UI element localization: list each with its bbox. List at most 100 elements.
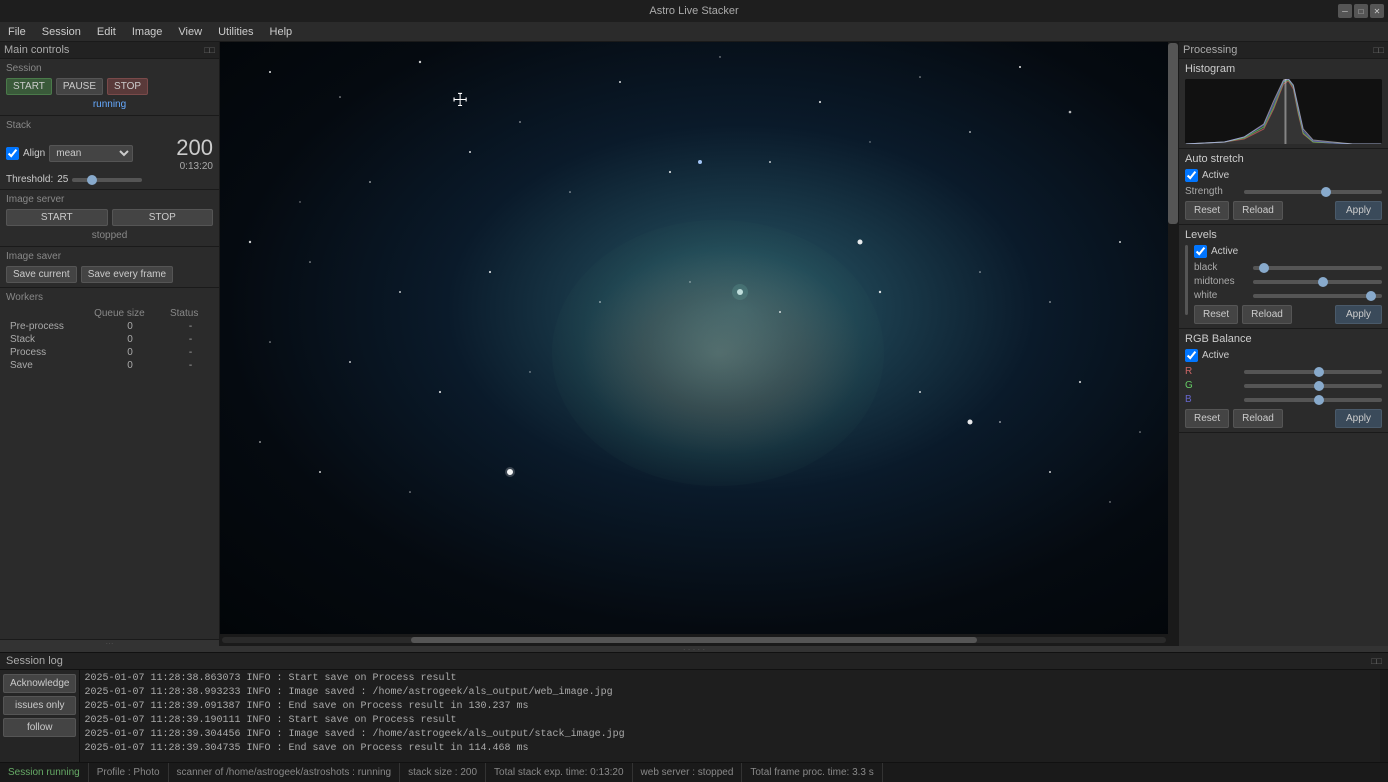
session-log-collapse[interactable]: □□	[1371, 656, 1382, 666]
g-slider[interactable]	[1244, 384, 1382, 388]
save-every-frame-button[interactable]: Save every frame	[81, 266, 173, 283]
image-horizontal-scrollbar[interactable]	[220, 634, 1168, 646]
workers-col-status: Status	[168, 307, 213, 320]
threshold-slider[interactable]	[72, 178, 142, 182]
strength-slider[interactable]	[1244, 190, 1382, 194]
center-image-area: ☩	[220, 42, 1168, 646]
right-panel: Processing □□ Histogram	[1178, 42, 1388, 646]
list-item: 2025-01-07 11:28:39.190111 INFO : Start …	[84, 714, 1376, 728]
black-slider[interactable]	[1253, 266, 1382, 270]
save-current-button[interactable]: Save current	[6, 266, 77, 283]
white-slider[interactable]	[1253, 294, 1382, 298]
worker-stack-status: -	[168, 333, 213, 346]
stack-time: 0:13:20	[176, 161, 213, 172]
table-row: Pre-process 0 -	[6, 320, 213, 333]
stack-section: Stack Align mean median kappa-sigma 200 …	[0, 116, 219, 190]
histogram-title: Histogram	[1185, 63, 1382, 75]
astro-image[interactable]: ☩	[220, 42, 1168, 634]
rgb-balance-title: RGB Balance	[1185, 333, 1382, 345]
scrollbar-thumb[interactable]	[411, 637, 977, 643]
stack-count: 200	[176, 135, 213, 161]
log-buttons-panel: Acknowledge issues only follow	[0, 670, 80, 762]
menu-utilities[interactable]: Utilities	[210, 24, 261, 40]
list-item: 2025-01-07 11:28:38.863073 INFO : Start …	[84, 672, 1376, 686]
black-label: black	[1194, 262, 1249, 273]
rgb-balance-active-label: Active	[1202, 350, 1229, 361]
status-frame-proc: Total frame proc. time: 3.3 s	[742, 763, 882, 782]
b-slider[interactable]	[1244, 398, 1382, 402]
vert-scrollbar-thumb[interactable]	[1168, 43, 1178, 224]
table-row: Process 0 -	[6, 346, 213, 359]
menubar: File Session Edit Image View Utilities H…	[0, 22, 1388, 42]
auto-stretch-active-checkbox[interactable]	[1185, 169, 1198, 182]
histogram-container	[1185, 79, 1382, 144]
levels-reset-button[interactable]: Reset	[1194, 305, 1238, 324]
align-label: Align	[23, 148, 45, 159]
image-server-stop-button[interactable]: STOP	[112, 209, 214, 226]
session-section: Session START PAUSE STOP running	[0, 59, 219, 116]
image-server-start-button[interactable]: START	[6, 209, 108, 226]
auto-stretch-section: Auto stretch Active Strength Reset Reloa…	[1179, 149, 1388, 225]
session-stop-button[interactable]: STOP	[107, 78, 148, 95]
table-row: Stack 0 -	[6, 333, 213, 346]
menu-image[interactable]: Image	[124, 24, 171, 40]
status-stack-size: stack size : 200	[400, 763, 486, 782]
auto-stretch-apply-button[interactable]: Apply	[1335, 201, 1382, 220]
maximize-button[interactable]: □	[1354, 4, 1368, 18]
image-saver-section: Image saver Save current Save every fram…	[0, 247, 219, 288]
menu-help[interactable]: Help	[262, 24, 301, 40]
worker-stack-queue: 0	[92, 333, 168, 346]
workers-col-name	[6, 307, 92, 320]
menu-file[interactable]: File	[0, 24, 34, 40]
processing-title: Processing	[1183, 44, 1237, 56]
levels-active-checkbox[interactable]	[1194, 245, 1207, 258]
image-canvas: ☩	[220, 42, 1168, 634]
r-slider[interactable]	[1244, 370, 1382, 374]
align-checkbox[interactable]	[6, 147, 19, 160]
menu-edit[interactable]: Edit	[89, 24, 124, 40]
statusbar: Session running Profile : Photo scanner …	[0, 762, 1388, 782]
histogram-svg	[1185, 79, 1382, 144]
midtones-slider[interactable]	[1253, 280, 1382, 284]
log-scrollbar[interactable]	[1380, 670, 1388, 762]
session-log-content: Acknowledge issues only follow 2025-01-0…	[0, 670, 1388, 762]
rgb-reset-button[interactable]: Reset	[1185, 409, 1229, 428]
worker-process-name: Process	[6, 346, 92, 359]
session-status: running	[6, 98, 213, 111]
threshold-label: Threshold:	[6, 174, 53, 185]
session-pause-button[interactable]: PAUSE	[56, 78, 103, 95]
rgb-balance-active-checkbox[interactable]	[1185, 349, 1198, 362]
rgb-balance-section: RGB Balance Active R G B Reset Reload Ap…	[1179, 329, 1388, 433]
auto-stretch-reset-button[interactable]: Reset	[1185, 201, 1229, 220]
issues-only-button[interactable]: issues only	[3, 696, 76, 715]
minimize-button[interactable]: ─	[1338, 4, 1352, 18]
menu-session[interactable]: Session	[34, 24, 89, 40]
status-session: Session running	[0, 763, 89, 782]
status-scanner: scanner of /home/astrogeek/astroshots : …	[169, 763, 401, 782]
rgb-reload-button[interactable]: Reload	[1233, 409, 1283, 428]
main-controls-collapse[interactable]: □□	[204, 45, 215, 55]
image-saver-label: Image saver	[6, 251, 213, 262]
histogram-section: Histogram	[1179, 59, 1388, 149]
acknowledge-button[interactable]: Acknowledge	[3, 674, 76, 693]
image-vertical-scrollbar[interactable]	[1168, 42, 1178, 646]
left-panel-resize-handle[interactable]: ···	[0, 640, 219, 646]
rgb-apply-button[interactable]: Apply	[1335, 409, 1382, 428]
levels-apply-button[interactable]: Apply	[1335, 305, 1382, 324]
worker-preprocess-status: -	[168, 320, 213, 333]
status-exp-time: Total stack exp. time: 0:13:20	[486, 763, 633, 782]
auto-stretch-reload-button[interactable]: Reload	[1233, 201, 1283, 220]
app-title: Astro Live Stacker	[649, 5, 738, 17]
scrollbar-track	[222, 637, 1166, 643]
levels-reload-button[interactable]: Reload	[1242, 305, 1292, 324]
close-button[interactable]: ✕	[1370, 4, 1384, 18]
main-controls-header: Main controls □□	[0, 42, 219, 59]
stack-mode-select[interactable]: mean median kappa-sigma	[49, 145, 133, 162]
auto-stretch-active-label: Active	[1202, 170, 1229, 181]
session-log-title: Session log	[6, 655, 63, 667]
menu-view[interactable]: View	[170, 24, 210, 40]
session-start-button[interactable]: START	[6, 78, 52, 95]
follow-button[interactable]: follow	[3, 718, 76, 737]
list-item: 2025-01-07 11:28:39.304735 INFO : End sa…	[84, 742, 1376, 756]
processing-collapse[interactable]: □□	[1373, 45, 1384, 55]
